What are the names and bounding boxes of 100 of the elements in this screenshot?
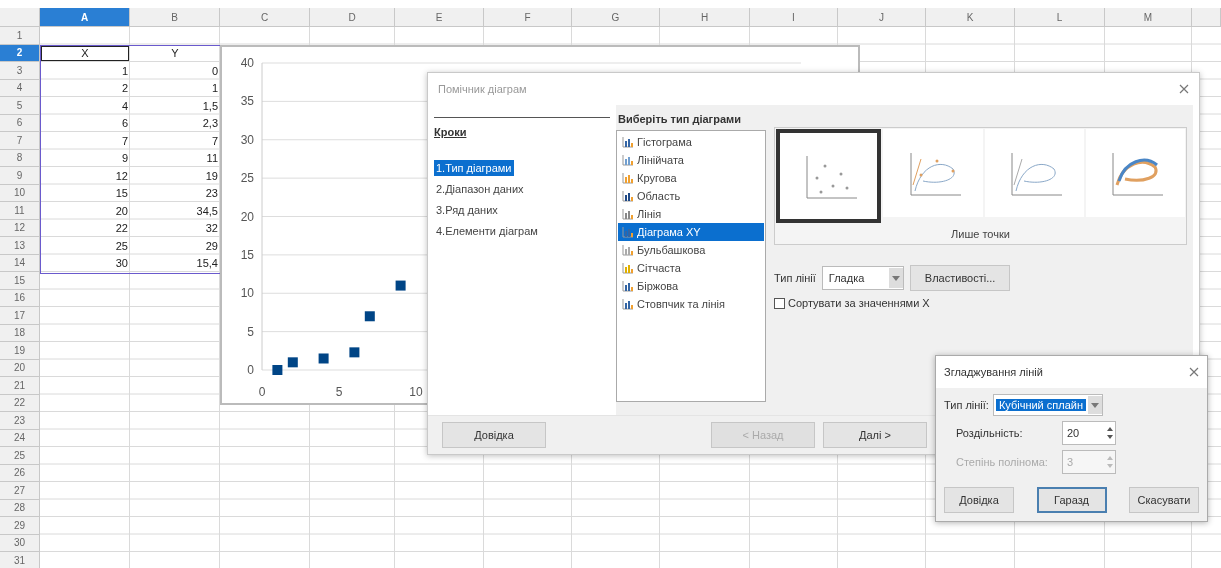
step-item[interactable]: 1.Тип діаграми [434,160,514,176]
table-cell-text: 34,5 [195,203,219,219]
column-header[interactable]: A [40,8,130,27]
table-cell-text: 29 [204,238,219,254]
dialog-button[interactable]: Довідка [442,422,546,448]
chart-type-icon [622,280,634,292]
chart-type-item[interactable]: Біржова [618,277,764,295]
dialog-button[interactable]: Далі > [823,422,927,448]
column-header[interactable]: K [926,8,1015,27]
row-header[interactable]: 13 [0,237,40,255]
dialog-title: Згладжування ліній [944,366,1043,378]
table-cell-text: 9 [120,151,129,167]
table-cell-text: 2,3 [201,116,219,132]
variant-option[interactable] [776,129,882,223]
row-header[interactable]: 9 [0,167,40,185]
table-cell-text: 12 [114,168,129,184]
chart-type-icon [622,208,634,220]
column-header[interactable]: G [572,8,660,27]
axis-label: 30 [240,132,254,147]
chart-type-icon [622,154,634,166]
dialog-button[interactable]: Гаразд [1036,487,1107,513]
table-cell-text: Y [170,46,180,62]
step-item[interactable]: 3.Ряд даних [434,202,500,218]
chart-type-item[interactable]: Лінія [618,205,764,223]
step-item[interactable]: 4.Елементи діаграм [434,223,540,239]
column-header[interactable]: H [660,8,750,27]
data-point [318,353,329,364]
field-label: Степінь полінома: [956,456,1049,468]
variant-caption: Лише точки [950,227,1011,242]
row-header[interactable]: 23 [0,412,40,430]
chart-type-item[interactable]: Гістограма [618,133,764,151]
table-cell-text: 1,5 [201,98,219,114]
checkbox[interactable] [774,297,785,309]
row-header[interactable]: 31 [0,552,40,568]
chart-type-icon [622,298,634,310]
table-cell-text: 30 [114,256,129,272]
row-header[interactable]: 5 [0,97,40,115]
column-header[interactable]: C [220,8,310,27]
chart-type-item[interactable]: Діаграма XY [618,223,764,241]
row-header[interactable]: 17 [0,307,40,325]
axis-label: 15 [240,247,254,262]
table-cell-text: 23 [204,186,219,202]
row-header[interactable]: 3 [0,62,40,80]
row-header[interactable]: 25 [0,447,40,465]
column-header[interactable]: D [310,8,395,27]
row-header[interactable]: 27 [0,482,40,500]
axis-label: 25 [240,171,254,186]
column-header[interactable]: J [838,8,926,27]
select-all-corner[interactable] [0,8,40,27]
chart-type-icon [622,262,634,274]
table-cell-text: 11 [205,151,219,167]
table-cell-text: 15,4 [195,256,219,272]
row-header[interactable]: 11 [0,202,40,220]
chart-type-item[interactable]: Сітчаста [618,259,764,277]
row-header[interactable]: 7 [0,132,40,150]
column-header[interactable]: M [1105,8,1192,27]
caret-icon [891,275,900,281]
row-header[interactable]: 15 [0,272,40,290]
row-header[interactable]: 1 [0,27,40,45]
column-header[interactable]: B [130,8,220,27]
dialog-button[interactable]: Довідка [944,487,1014,513]
checkbox-label: Сортувати за значеннями X [788,297,930,309]
table-cell-text: 7 [120,133,129,149]
row-header[interactable]: 19 [0,342,40,360]
table-cell-text: 1 [210,81,219,97]
table-cell-text: 7 [210,133,219,149]
properties-button[interactable]: Властивості... [909,265,1011,291]
close-icon[interactable] [1179,84,1189,94]
dialog-title: Помічник діаграм [438,83,527,95]
caret-icon [1091,402,1100,408]
table-cell-text: 19 [204,168,219,184]
axis-label: 5 [247,324,254,339]
axis-label: 10 [240,286,254,301]
dialog-button[interactable]: Скасувати [1129,487,1199,513]
close-icon[interactable] [1189,367,1199,377]
chart-type-item[interactable]: Кругова [618,169,764,187]
column-header[interactable]: F [484,8,572,27]
row-header[interactable]: 29 [0,517,40,535]
row-header[interactable]: 21 [0,377,40,395]
table-cell-text: 0 [210,63,219,79]
table-cell-text: 2 [120,81,129,97]
column-header[interactable]: E [395,8,484,27]
number-field[interactable]: 20 [1062,421,1116,445]
spin-arrows-icon[interactable] [1105,425,1115,441]
column-header[interactable] [1192,8,1221,27]
chart-type-item[interactable]: Лінійчата [618,151,764,169]
axis-label: 0 [258,385,266,399]
column-header[interactable]: I [750,8,838,27]
axis-label: 35 [240,94,254,109]
column-header[interactable]: L [1015,8,1105,27]
chart-type-item[interactable]: Область [618,187,764,205]
field-label: Роздільність: [956,427,1024,439]
chart-type-item[interactable]: Бульбашкова [618,241,764,259]
line-type-dropdown[interactable]: Кубічний сплайн [992,394,1104,416]
chart-type-item[interactable]: Стовпчик та лінія [618,295,764,313]
axis-label: 10 [409,385,423,399]
table-cell: X [40,44,130,62]
line-type-dropdown[interactable]: Гладка [821,266,904,290]
chart-type-icon [622,136,634,148]
step-item[interactable]: 2.Діапазон даних [434,181,526,197]
